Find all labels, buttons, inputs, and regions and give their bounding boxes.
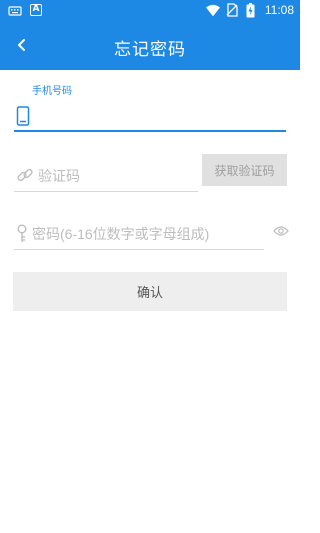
phone-field [14,102,286,132]
app-bar: 忘记密码 [0,22,300,70]
status-bar-left: A [8,4,42,18]
status-time: 11:08 [264,3,294,17]
phone-input[interactable] [42,104,282,128]
eye-icon[interactable] [273,222,289,236]
get-code-button[interactable]: 获取验证码 [202,154,287,186]
confirm-button[interactable]: 确认 [13,272,287,311]
password-input[interactable] [32,222,262,246]
status-bar: A 11:08 [0,0,300,22]
key-icon [16,224,28,248]
battery-charging-icon [244,2,258,17]
no-sim-icon [225,3,239,17]
phone-icon [16,106,30,130]
password-field [14,218,264,250]
status-bar-right: 11:08 [205,2,294,17]
link-icon [16,166,34,188]
wifi-icon [205,3,220,17]
app-a-icon: A [30,4,42,16]
keyboard-icon [8,4,22,18]
page-title: 忘记密码 [114,40,186,60]
code-input[interactable] [38,164,194,188]
code-field [14,160,198,192]
phone-label: 手机号码 [32,86,72,97]
